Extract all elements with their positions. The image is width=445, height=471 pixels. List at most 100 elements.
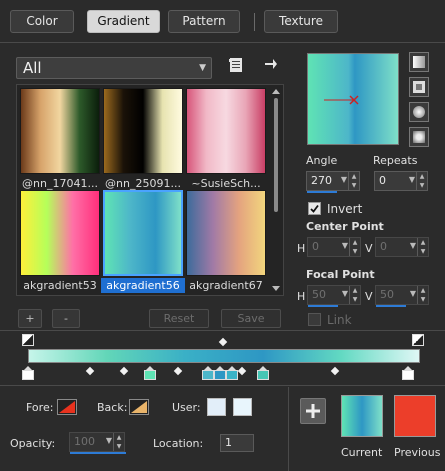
- category-dropdown[interactable]: All ▼: [16, 57, 212, 79]
- tab-separator: [254, 13, 255, 31]
- gradient-thumbnail[interactable]: ~SusieSch...: [186, 88, 266, 190]
- tab-pattern[interactable]: Pattern: [168, 10, 240, 33]
- spinner-arrows-icon[interactable]: ▲ ▼: [416, 172, 427, 190]
- opacity-stop-end[interactable]: [412, 334, 424, 346]
- gradient-label: ~SusieSch...: [191, 177, 261, 190]
- user-color-swatch-2[interactable]: [233, 398, 252, 416]
- spinner-arrows-icon[interactable]: ▲ ▼: [113, 433, 124, 451]
- opacity-midpoint-marker[interactable]: [218, 337, 228, 347]
- gradient-label: akgradient53: [23, 279, 97, 292]
- focal-v-underline: [376, 305, 406, 307]
- gradient-label: @nn_17041...: [22, 177, 98, 190]
- arrow-right-icon[interactable]: [264, 57, 278, 71]
- divider-vertical: [288, 387, 289, 471]
- rectangular-style-button[interactable]: [409, 77, 429, 97]
- chevron-down-icon[interactable]: ▼: [342, 289, 348, 298]
- gradient-preview[interactable]: [307, 53, 399, 145]
- center-v-value: 0: [380, 240, 387, 253]
- radial-style-button[interactable]: [409, 127, 429, 147]
- gradient-swatch: [103, 88, 183, 174]
- repeats-value: 0: [379, 174, 386, 187]
- repeats-field[interactable]: 0 ▼ ▲ ▼: [374, 171, 428, 191]
- gradient-ramp[interactable]: [28, 349, 420, 363]
- linear-style-button[interactable]: [409, 52, 429, 72]
- spinner-arrows-icon[interactable]: ▲ ▼: [349, 238, 360, 256]
- invert-label: Invert: [327, 202, 363, 216]
- color-stop[interactable]: [143, 366, 156, 380]
- gradient-label: akgradient67: [189, 279, 263, 292]
- opacity-underline: [70, 452, 126, 454]
- tab-gradient[interactable]: Gradient: [87, 10, 160, 33]
- previous-swatch[interactable]: [394, 395, 436, 437]
- color-stop[interactable]: [22, 366, 34, 380]
- tab-texture[interactable]: Texture: [264, 10, 338, 33]
- gradient-swatch: [186, 88, 266, 174]
- gradient-swatch: [186, 190, 266, 276]
- focal-h-label: H: [297, 290, 306, 303]
- color-stop[interactable]: [225, 366, 238, 380]
- divider-top: [0, 42, 445, 43]
- add-gradient-button[interactable]: +: [18, 309, 42, 328]
- gradient-thumbnail[interactable]: @nn_25091...: [103, 88, 183, 190]
- center-v-field[interactable]: 0 ▼ ▲ ▼: [375, 237, 429, 257]
- chevron-down-icon[interactable]: ▼: [410, 241, 416, 250]
- gradient-thumbnail[interactable]: akgradient53: [20, 190, 100, 292]
- center-h-value: 0: [312, 240, 319, 253]
- color-stop[interactable]: [402, 366, 415, 380]
- chevron-down-icon[interactable]: ▼: [342, 241, 348, 250]
- opacity-stop-start[interactable]: [22, 334, 34, 346]
- repeats-label: Repeats: [373, 154, 418, 167]
- midpoint-marker[interactable]: [237, 366, 247, 376]
- previous-label: Previous: [394, 446, 441, 459]
- chevron-down-icon[interactable]: ▼: [409, 175, 415, 184]
- back-swatch[interactable]: [129, 399, 149, 415]
- category-value: All: [23, 59, 42, 77]
- spinner-arrows-icon[interactable]: ▲ ▼: [348, 172, 359, 190]
- divider-bottom: [0, 385, 445, 386]
- location-value: 1: [225, 436, 232, 449]
- fore-swatch[interactable]: [57, 399, 77, 415]
- center-h-field[interactable]: 0 ▼ ▲ ▼: [307, 237, 361, 257]
- color-stop[interactable]: [257, 366, 270, 380]
- add-to-swatches-button[interactable]: [300, 398, 326, 424]
- library-icon[interactable]: [229, 57, 244, 73]
- divider-middle: [0, 330, 445, 331]
- gradient-thumbnail[interactable]: akgradient67: [186, 190, 266, 292]
- remove-gradient-button[interactable]: -: [52, 309, 80, 328]
- chevron-down-icon[interactable]: ▼: [106, 436, 112, 445]
- color-stop[interactable]: [214, 366, 227, 380]
- location-field[interactable]: 1: [220, 434, 254, 452]
- midpoint-marker[interactable]: [173, 366, 183, 376]
- link-checkbox[interactable]: [308, 313, 321, 326]
- midpoint-marker[interactable]: [85, 366, 95, 376]
- invert-checkbox[interactable]: [308, 202, 321, 215]
- chevron-down-icon: ▼: [199, 63, 206, 73]
- user-color-swatch-1[interactable]: [207, 398, 226, 416]
- library-scrollbar[interactable]: [270, 86, 282, 294]
- gradient-swatch: [103, 190, 183, 276]
- spinner-arrows-icon[interactable]: ▲ ▼: [417, 238, 428, 256]
- midpoint-marker[interactable]: [330, 366, 340, 376]
- location-label: Location:: [153, 437, 204, 450]
- save-button[interactable]: Save: [221, 309, 281, 328]
- gradient-thumbnail[interactable]: @nn_17041...: [20, 88, 100, 190]
- sunburst-style-button[interactable]: [409, 102, 429, 122]
- chevron-down-icon[interactable]: ▼: [410, 289, 416, 298]
- chevron-down-icon[interactable]: ▼: [341, 175, 347, 184]
- angle-field[interactable]: 270 ▼ ▲ ▼: [306, 171, 360, 193]
- tab-color[interactable]: Color: [10, 10, 74, 33]
- focal-v-field[interactable]: 50 ▼ ▲ ▼: [375, 285, 429, 307]
- focal-h-underline: [308, 305, 338, 307]
- current-label: Current: [341, 446, 383, 459]
- opacity-field[interactable]: 100 ▼ ▲ ▼: [69, 432, 126, 454]
- reset-button[interactable]: Reset: [149, 309, 209, 328]
- focal-h-field[interactable]: 50 ▼ ▲ ▼: [307, 285, 361, 307]
- spinner-arrows-icon[interactable]: ▲ ▼: [417, 286, 428, 304]
- focal-h-value: 50: [312, 288, 326, 301]
- gradient-thumbnail-selected[interactable]: akgradient56: [101, 190, 185, 293]
- midpoint-marker[interactable]: [119, 366, 129, 376]
- color-stop[interactable]: [202, 366, 215, 380]
- spinner-arrows-icon[interactable]: ▲ ▼: [349, 286, 360, 304]
- gradient-swatch: [20, 190, 100, 276]
- angle-underline: [307, 191, 337, 193]
